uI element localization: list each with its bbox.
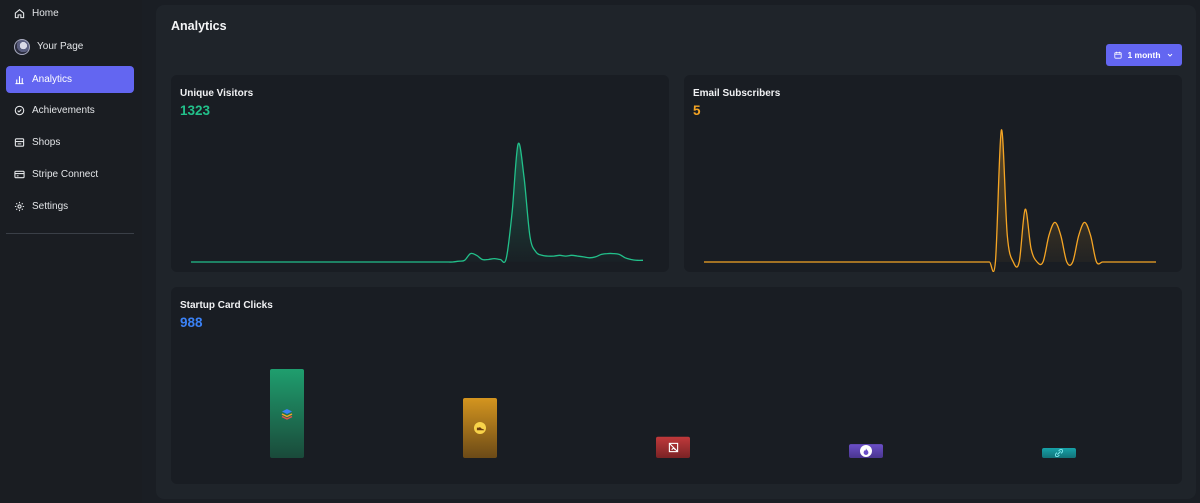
sidebar-item-analytics[interactable]: Analytics: [6, 66, 134, 93]
email-subscribers-card: Email Subscribers 5: [684, 75, 1182, 272]
sidebar-item-stripe-connect[interactable]: Stripe Connect: [6, 161, 134, 188]
series-line: [190, 142, 644, 264]
sidebar-item-label: Achievements: [32, 105, 95, 116]
startup-card-clicks-card: Startup Card Clicks 988: [171, 287, 1182, 484]
sidebar-item-achievements[interactable]: Achievements: [6, 97, 134, 124]
subscribers-area-chart: [703, 129, 1157, 272]
area-fill: [704, 129, 1156, 272]
sidebar-item-label: Stripe Connect: [32, 169, 99, 180]
shoe-icon: [474, 422, 486, 434]
flame-icon: [860, 445, 872, 458]
gear-icon: [14, 201, 25, 212]
area-fill: [191, 143, 643, 263]
bar-chart-icon: [14, 74, 25, 85]
date-range-label: 1 month: [1127, 50, 1161, 60]
chevron-down-icon: [1166, 51, 1174, 59]
unique-visitors-card: Unique Visitors 1323: [171, 75, 669, 272]
link-icon: [1053, 447, 1065, 459]
date-range-button[interactable]: 1 month: [1106, 44, 1182, 66]
sidebar-item-label: Home: [32, 8, 59, 19]
credit-card-icon: [14, 169, 25, 180]
sidebar-item-shops[interactable]: Shops: [6, 129, 134, 156]
sidebar-item-settings[interactable]: Settings: [6, 193, 134, 220]
calendar-icon: [1114, 51, 1123, 59]
avatar: [14, 38, 30, 55]
shop-icon: [14, 137, 25, 148]
sidebar-item-home[interactable]: Home: [6, 0, 134, 27]
sidebar: Home Your Page Analytics Achievements Sh…: [0, 0, 142, 503]
page-title: Analytics: [171, 19, 227, 33]
sidebar-item-your-page[interactable]: Your Page: [6, 33, 134, 60]
sidebar-item-label: Analytics: [32, 74, 73, 85]
home-icon: [14, 8, 25, 19]
sidebar-item-label: Shops: [32, 137, 61, 148]
no-image-icon: [667, 441, 679, 453]
layers-icon: [281, 408, 293, 420]
sidebar-item-label: Your Page: [37, 41, 84, 52]
visitors-area-chart: [190, 142, 644, 264]
sidebar-item-label: Settings: [32, 201, 69, 212]
check-circle-icon: [14, 105, 25, 116]
clicks-bar-chart: [270, 369, 1076, 458]
sidebar-divider: [6, 233, 134, 234]
